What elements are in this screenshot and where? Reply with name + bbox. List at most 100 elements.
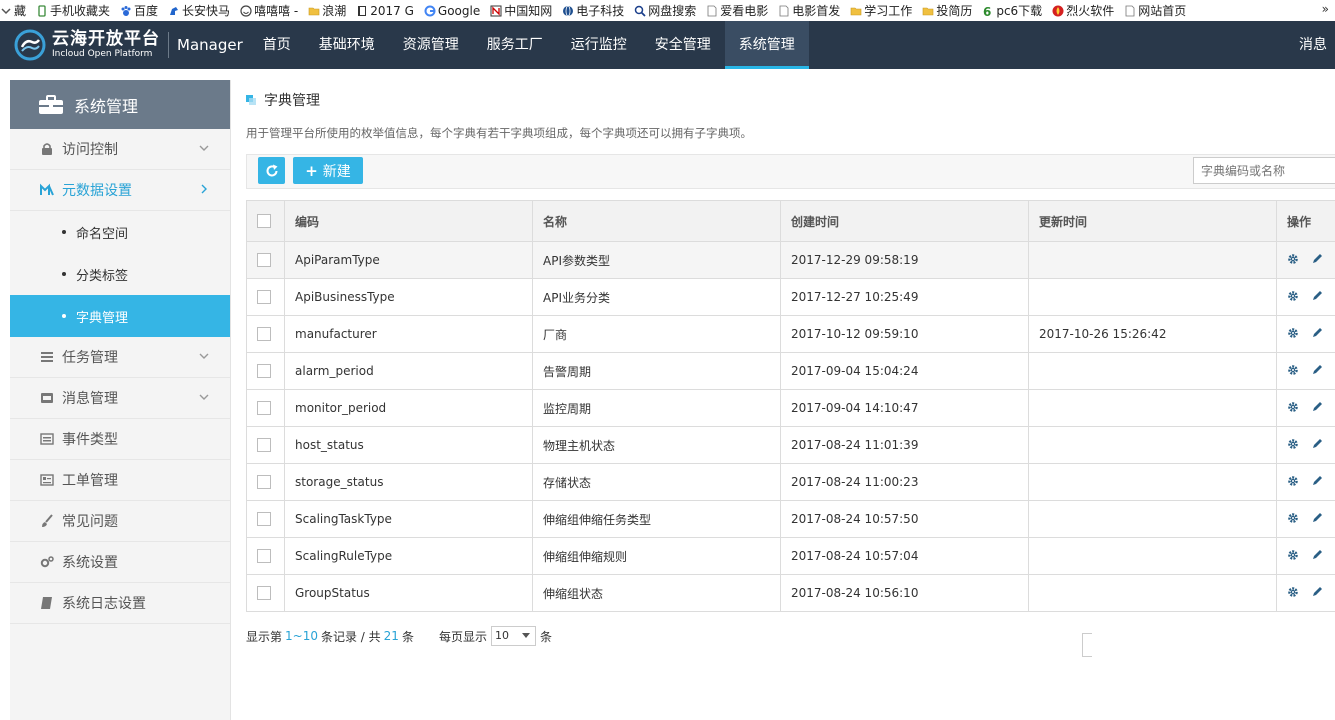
edit-button[interactable] (1311, 401, 1323, 416)
search-input[interactable] (1193, 157, 1335, 184)
brand-logo[interactable]: 云海开放平台 Incloud Open Platform Manager (0, 21, 249, 69)
nav-item-5[interactable]: 安全管理 (641, 21, 725, 69)
metadata-icon (40, 183, 54, 196)
table-row[interactable]: manufacturer 厂商 2017-10-12 09:59:10 2017-10… (246, 315, 1335, 353)
row-checkbox[interactable] (257, 253, 271, 268)
page-size-select[interactable]: 10 (490, 626, 536, 646)
settings-button[interactable] (1287, 438, 1299, 453)
bookmark-label: 百度 (134, 4, 159, 18)
nav-item-0[interactable]: 首页 (249, 21, 305, 69)
settings-button[interactable] (1287, 364, 1299, 379)
bookmark-item[interactable]: 学习工作 (850, 0, 912, 21)
settings-button[interactable] (1287, 290, 1299, 305)
settings-button[interactable] (1287, 549, 1299, 564)
settings-button[interactable] (1287, 586, 1299, 601)
per-page-unit: 条 (539, 629, 552, 644)
sidebar-item-0[interactable]: 访问控制 (10, 129, 230, 170)
bookmark-item[interactable]: 烈火软件 (1052, 0, 1114, 21)
nav-item-1[interactable]: 基础环境 (305, 21, 389, 69)
settings-button[interactable] (1287, 475, 1299, 490)
row-checkbox[interactable] (257, 549, 271, 564)
settings-button[interactable] (1287, 327, 1299, 342)
select-all-checkbox[interactable] (257, 214, 271, 229)
sidebar-item-6[interactable]: 常见问题 (10, 501, 230, 542)
row-checkbox[interactable] (257, 364, 271, 379)
table-row[interactable]: alarm_period 告警周期 2017-09-04 15:04:24 (246, 352, 1335, 390)
bookmark-item[interactable]: Google (424, 0, 480, 21)
bookmark-item[interactable]: 浪潮 (308, 0, 346, 21)
edit-button[interactable] (1311, 512, 1323, 527)
edit-button[interactable] (1311, 364, 1323, 379)
table-row[interactable]: ScalingTaskType 伸缩组伸缩任务类型 2017-08-24 10:57… (246, 500, 1335, 538)
sidebar-item-2[interactable]: 任务管理 (10, 337, 230, 378)
bookmark-item[interactable]: 爱看电影 (706, 0, 768, 21)
table-row[interactable]: GroupStatus 伸缩组状态 2017-08-24 10:56:10 (246, 574, 1335, 612)
settings-button[interactable] (1287, 253, 1299, 268)
bookmarks-more-button[interactable]: » (1322, 0, 1329, 18)
bookmark-item[interactable]: 手机收藏夹 (36, 0, 110, 21)
bookmark-item[interactable]: 百度 (120, 0, 158, 21)
nav-item-6[interactable]: 系统管理 (724, 21, 809, 69)
sidebar-item-label: 系统设置 (62, 555, 118, 571)
table-row[interactable]: host_status 物理主机状态 2017-08-24 11:01:39 (246, 426, 1335, 464)
sidebar-subitem-2[interactable]: 字典管理 (10, 295, 230, 337)
bookmark-item[interactable]: 中国知网 (490, 0, 552, 21)
sidebar-item-1[interactable]: 元数据设置 (10, 170, 230, 211)
nav-item-2[interactable]: 资源管理 (389, 21, 473, 69)
row-checkbox[interactable] (257, 438, 271, 453)
col-header-updated[interactable]: 更新时间 (1028, 200, 1277, 242)
brand-manager-label: Manager (177, 36, 243, 54)
cell-updated (1028, 426, 1277, 464)
edit-button[interactable] (1311, 475, 1323, 490)
bookmark-item[interactable]: 电影首发 (778, 0, 840, 21)
bookmark-item[interactable]: 网盘搜索 (634, 0, 696, 21)
col-header-code[interactable]: 编码 (284, 200, 533, 242)
table-row[interactable]: ApiParamType API参数类型 2017-12-29 09:58:19 (246, 241, 1335, 279)
edit-button[interactable] (1311, 253, 1323, 268)
bookmark-item[interactable]: 网站首页 (1124, 0, 1186, 21)
table-row[interactable]: ScalingRuleType 伸缩组伸缩规则 2017-08-24 10:57:0… (246, 537, 1335, 575)
bookmark-item[interactable]: 6 pc6下载 (982, 0, 1042, 21)
table-row[interactable]: monitor_period 监控周期 2017-09-04 14:10:47 (246, 389, 1335, 427)
bookmark-item[interactable]: 藏 (0, 0, 26, 21)
messages-link[interactable]: 消息 (1299, 21, 1327, 69)
sidebar-item-8[interactable]: 系统日志设置 (10, 583, 230, 624)
edit-button[interactable] (1311, 290, 1323, 305)
edit-button[interactable] (1311, 549, 1323, 564)
table-row[interactable]: storage_status 存储状态 2017-08-24 11:00:23 (246, 463, 1335, 501)
bookmark-item[interactable]: 长安快马 (168, 0, 230, 21)
pagination-controls[interactable] (1082, 633, 1092, 657)
row-checkbox[interactable] (257, 290, 271, 305)
sidebar-item-3[interactable]: 消息管理 (10, 378, 230, 419)
row-checkbox[interactable] (257, 586, 271, 601)
refresh-button[interactable] (258, 157, 285, 184)
col-header-name[interactable]: 名称 (532, 200, 781, 242)
edit-button[interactable] (1311, 586, 1323, 601)
nav-item-4[interactable]: 运行监控 (557, 21, 641, 69)
row-checkbox[interactable] (257, 512, 271, 527)
edit-button[interactable] (1311, 438, 1323, 453)
settings-button[interactable] (1287, 401, 1299, 416)
chevron-right-icon (201, 184, 207, 194)
bookmark-item[interactable]: 2017 G (356, 0, 414, 21)
row-checkbox[interactable] (257, 327, 271, 342)
sidebar-item-5[interactable]: 工单管理 (10, 460, 230, 501)
sidebar-item-7[interactable]: 系统设置 (10, 542, 230, 583)
edit-button[interactable] (1311, 327, 1323, 342)
row-checkbox[interactable] (257, 475, 271, 490)
sidebar-subitem-0[interactable]: 命名空间 (10, 211, 230, 253)
settings-button[interactable] (1287, 512, 1299, 527)
bookmark-item[interactable]: 电子科技 (562, 0, 624, 21)
col-header-created[interactable]: 创建时间 (780, 200, 1029, 242)
sidebar-subitem-1[interactable]: 分类标签 (10, 253, 230, 295)
new-button[interactable]: + 新建 (293, 157, 363, 184)
svg-text:6: 6 (983, 5, 991, 17)
sidebar-item-4[interactable]: 事件类型 (10, 419, 230, 460)
sidebar-item-label: 系统日志设置 (62, 596, 146, 612)
page-size-group: 每页显示 10 条 (439, 626, 552, 646)
table-row[interactable]: ApiBusinessType API业务分类 2017-12-27 10:25:4… (246, 278, 1335, 316)
bookmark-item[interactable]: 投简历 (922, 0, 972, 21)
bookmark-item[interactable]: 嘻嘻嘻 - (240, 0, 298, 21)
row-checkbox[interactable] (257, 401, 271, 416)
nav-item-3[interactable]: 服务工厂 (473, 21, 557, 69)
